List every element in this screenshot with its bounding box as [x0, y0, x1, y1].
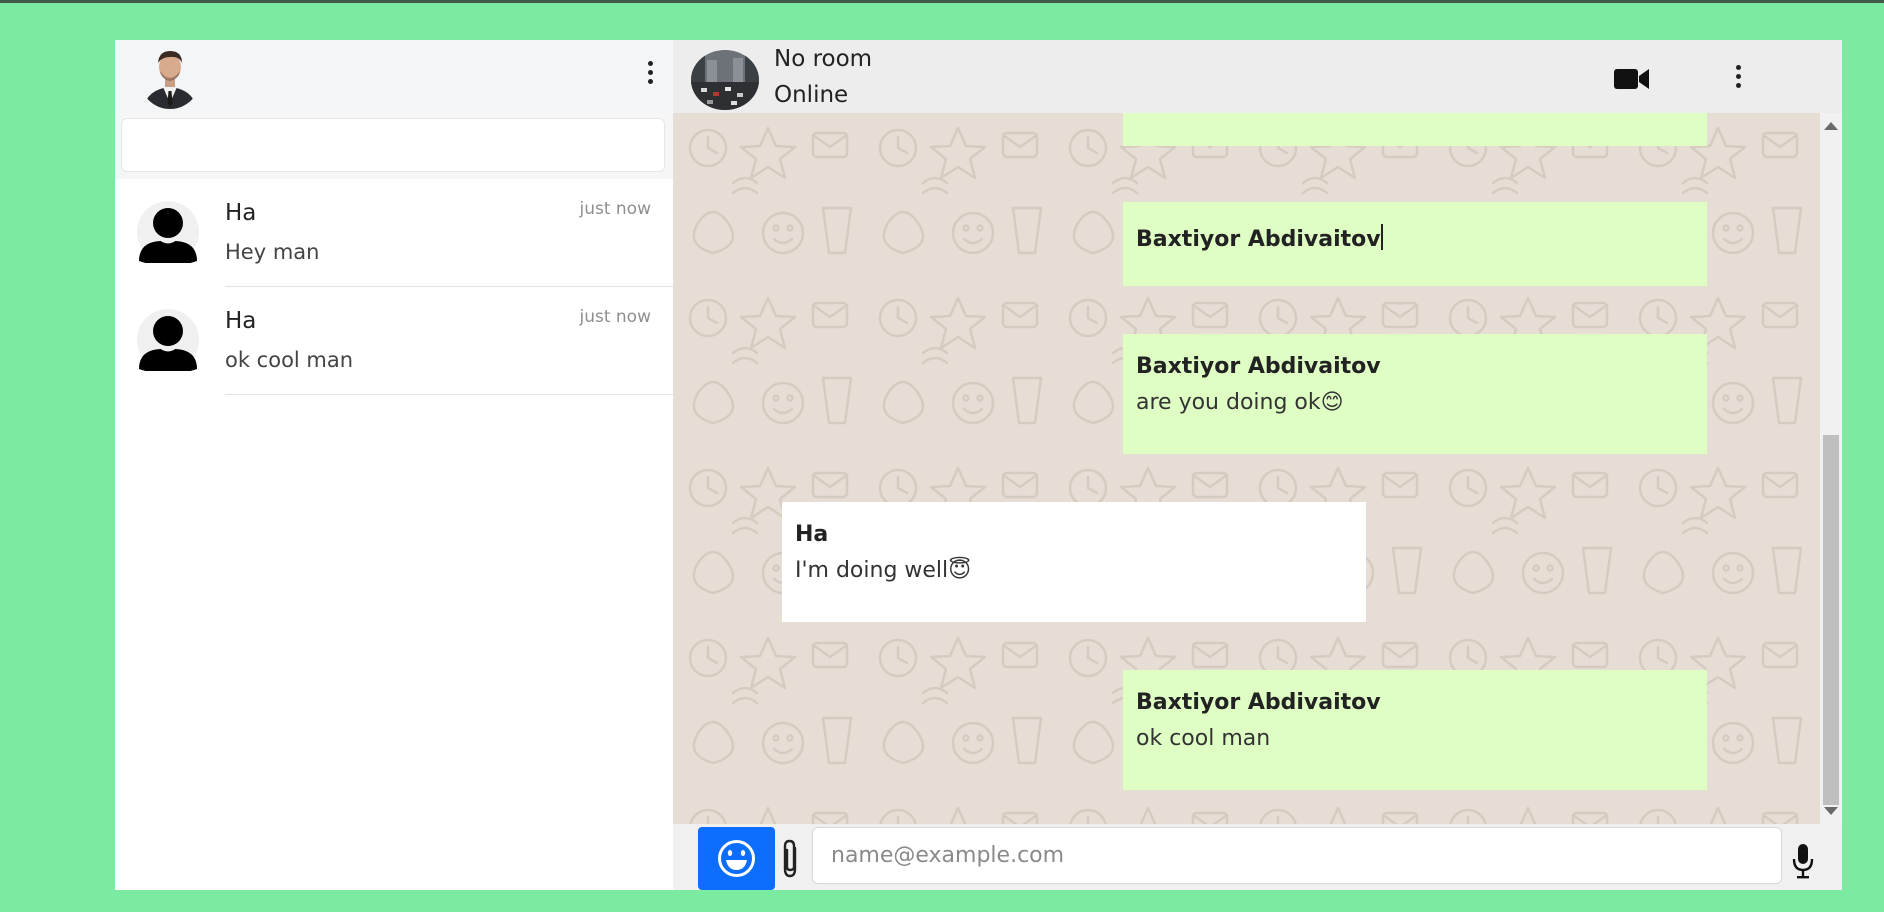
room-name: No room: [774, 46, 873, 72]
message-input[interactable]: [812, 827, 1782, 884]
message-bubble-incoming: Ha I'm doing well😇: [782, 502, 1366, 622]
video-call-icon[interactable]: [1613, 64, 1651, 94]
contact-avatar-icon: [137, 309, 199, 374]
scroll-down-arrow-icon[interactable]: [1824, 807, 1838, 815]
message-time: just now: [579, 199, 651, 219]
search-bar: [115, 113, 673, 179]
chat-header: No room Online: [673, 40, 1842, 113]
message-bubble-outgoing: [1123, 113, 1707, 146]
message-scrollbar[interactable]: [1820, 113, 1842, 824]
message-sender: Ha: [795, 522, 829, 547]
message-composer: [673, 824, 1842, 890]
chat-list-item[interactable]: Ha just now Hey man: [115, 179, 673, 287]
message-text: are you doing ok😊: [1136, 390, 1344, 415]
smiley-icon: [718, 840, 755, 877]
chat-list-item[interactable]: Ha just now ok cool man: [115, 287, 673, 395]
window-top-border: [0, 0, 1884, 3]
chat-app: Ha just now Hey man Ha just now ok cool …: [115, 40, 1842, 890]
message-bubble-outgoing: Baxtiyor Abdivaitov are you doing ok😊: [1123, 334, 1707, 454]
message-time: just now: [579, 307, 651, 327]
message-text: I'm doing well😇: [795, 558, 972, 583]
scroll-thumb[interactable]: [1823, 435, 1839, 805]
chat-menu-icon[interactable]: [1727, 62, 1751, 92]
message-sender: Baxtiyor Abdivaitov: [1136, 354, 1381, 379]
last-message-preview: Hey man: [225, 240, 320, 264]
sidebar: Ha just now Hey man Ha just now ok cool …: [115, 40, 674, 890]
sidebar-menu-icon[interactable]: [639, 58, 663, 88]
message-list[interactable]: Baxtiyor Abdivaitov Baxtiyor Abdivaitov …: [673, 113, 1820, 824]
user-avatar[interactable]: [139, 45, 201, 109]
emoji-button[interactable]: [698, 827, 775, 890]
search-input[interactable]: [121, 118, 665, 172]
city-photo-icon: [691, 50, 759, 110]
chat-pane: No room Online Baxtiyor Abdivaitov Baxti…: [673, 40, 1842, 890]
room-avatar[interactable]: [691, 50, 759, 110]
profile-photo-icon: [139, 45, 201, 109]
last-message-preview: ok cool man: [225, 348, 354, 372]
message-sender: Baxtiyor Abdivaitov: [1136, 690, 1381, 715]
contact-avatar-icon: [137, 201, 199, 266]
divider: [225, 394, 673, 395]
scroll-up-arrow-icon[interactable]: [1824, 122, 1838, 130]
paperclip-icon[interactable]: [779, 838, 803, 880]
message-sender: Baxtiyor Abdivaitov: [1136, 227, 1381, 252]
text-cursor: [1380, 224, 1383, 250]
room-status: Online: [774, 82, 849, 108]
message-bubble-outgoing: Baxtiyor Abdivaitov ok cool man: [1123, 670, 1707, 790]
contact-name: Ha: [225, 200, 257, 226]
message-bubble-outgoing: Baxtiyor Abdivaitov: [1123, 202, 1707, 286]
sidebar-header: [115, 40, 673, 113]
contact-name: Ha: [225, 308, 257, 334]
message-text: ok cool man: [1136, 726, 1271, 751]
microphone-icon[interactable]: [1791, 841, 1815, 881]
